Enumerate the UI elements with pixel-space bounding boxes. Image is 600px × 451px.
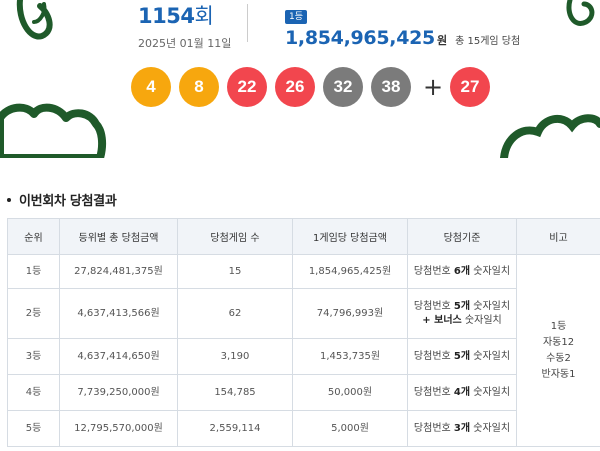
- per-game-prize-cell: 74,796,993원: [292, 288, 408, 339]
- remarks-cell: 1등 자동12 수동2 반자동1: [516, 254, 600, 447]
- table-row: 4등 7,739,250,000원 154,785 50,000원 당첨번호 4…: [7, 374, 600, 411]
- column-header: 등위별 총 당첨금액: [59, 218, 178, 255]
- winning-number-ball: 22: [227, 67, 267, 107]
- rank-cell: 3등: [7, 338, 60, 375]
- winning-number-ball: 4: [131, 67, 171, 107]
- first-prize-unit: 원: [436, 34, 448, 47]
- column-header: 당첨기준: [407, 218, 517, 255]
- winning-games-cell: 2,559,114: [177, 410, 293, 447]
- criteria-count: 6개: [453, 265, 471, 277]
- column-header: 당첨게임 수: [177, 218, 293, 255]
- first-prize-info: 1등 1,854,965,425 원 총 15게임 당첨: [285, 4, 520, 49]
- bonus-number-ball: 27: [450, 67, 490, 107]
- winning-number-ball: 38: [371, 67, 411, 107]
- criteria-text: 당첨번호: [413, 386, 454, 398]
- section-title-text: 이번회차 당첨결과: [19, 194, 117, 209]
- plus-icon: +: [423, 73, 444, 101]
- round-number-suffix: 회: [194, 4, 214, 28]
- table-row: 2등 4,637,413,566원 62 74,796,993원 당첨번호 5개…: [7, 288, 600, 339]
- decorative-leaf-left-icon: [0, 0, 107, 158]
- remark-line: 1등: [550, 320, 567, 332]
- criteria-text: 당첨번호: [413, 422, 454, 434]
- total-prize-cell: 7,739,250,000원: [59, 374, 178, 411]
- bullet-icon: [7, 197, 11, 202]
- criteria-cell: 당첨번호 3개 숫자일치: [407, 410, 517, 447]
- round-number-value: 1154: [138, 4, 195, 28]
- criteria-bonus: + 보너스: [422, 314, 462, 326]
- draw-date: 2025년 01월 11일: [138, 37, 232, 50]
- criteria-text: 숫자일치: [470, 350, 511, 362]
- per-game-prize-cell: 5,000원: [292, 410, 408, 447]
- criteria-text: 숫자일치: [470, 300, 511, 312]
- criteria-cell: 당첨번호 4개 숫자일치: [407, 374, 517, 411]
- prize-result-table: 순위 등위별 총 당첨금액 당첨게임 수 1게임당 당첨금액 당첨기준 비고 1…: [7, 218, 600, 447]
- rank-cell: 5등: [7, 410, 60, 447]
- rank-badge: 1등: [285, 10, 308, 24]
- criteria-count: 4개: [453, 386, 471, 398]
- column-header: 순위: [7, 218, 60, 255]
- table-row: 3등 4,637,414,650원 3,190 1,453,735원 당첨번호 …: [7, 338, 600, 375]
- draw-result-banner: 1154회 2025년 01월 11일 1등 1,854,965,425 원 총 1…: [0, 0, 600, 158]
- header-divider: [247, 4, 248, 42]
- table-header-row: 순위 등위별 총 당첨금액 당첨게임 수 1게임당 당첨금액 당첨기준 비고: [7, 218, 600, 255]
- winning-games-cell: 3,190: [177, 338, 293, 375]
- winning-games-cell: 15: [177, 254, 293, 289]
- section-title: 이번회차 당첨결과: [7, 190, 117, 209]
- criteria-text: 당첨번호: [413, 265, 454, 277]
- winning-number-ball: 8: [179, 67, 219, 107]
- criteria-cell: 당첨번호 6개 숫자일치: [407, 254, 517, 289]
- round-number: 1154회: [138, 4, 231, 28]
- rank-cell: 2등: [7, 288, 60, 339]
- criteria-count: 5개: [453, 350, 471, 362]
- criteria-count: 3개: [453, 422, 471, 434]
- per-game-prize-cell: 50,000원: [292, 374, 408, 411]
- criteria-text: 숫자일치: [470, 265, 511, 277]
- criteria-text: 숫자일치: [461, 314, 502, 326]
- winning-number-ball: 26: [275, 67, 315, 107]
- table-row: 5등 12,795,570,000원 2,559,114 5,000원 당첨번호…: [7, 410, 600, 447]
- criteria-cell: 당첨번호 5개 숫자일치 + 보너스 숫자일치: [407, 288, 517, 339]
- criteria-text: 숫자일치: [470, 386, 511, 398]
- column-header: 1게임당 당첨금액: [292, 218, 408, 255]
- per-game-prize-cell: 1,854,965,425원: [292, 254, 408, 289]
- criteria-text: 당첨번호: [413, 300, 454, 312]
- criteria-text: 숫자일치: [470, 422, 511, 434]
- table-row: 1등 27,824,481,375원 15 1,854,965,425원 당첨번…: [7, 254, 600, 447]
- total-prize-cell: 4,637,413,566원: [59, 288, 178, 339]
- total-prize-cell: 4,637,414,650원: [59, 338, 178, 375]
- total-prize-cell: 27,824,481,375원: [59, 254, 178, 289]
- winning-games-cell: 154,785: [177, 374, 293, 411]
- criteria-count: 5개: [453, 300, 471, 312]
- remark-line: 반자동1: [541, 368, 576, 380]
- round-info: 1154회 2025년 01월 11일: [138, 4, 231, 51]
- rank-cell: 1등: [7, 254, 60, 289]
- total-prize-cell: 12,795,570,000원: [59, 410, 178, 447]
- remark-line: 수동2: [546, 352, 571, 364]
- remark-line: 자동12: [542, 336, 575, 348]
- column-header: 비고: [516, 218, 600, 255]
- rank-cell: 4등: [7, 374, 60, 411]
- criteria-cell: 당첨번호 5개 숫자일치: [407, 338, 517, 375]
- first-prize-amount: 1,854,965,425: [285, 27, 435, 49]
- per-game-prize-cell: 1,453,735원: [292, 338, 408, 375]
- winning-numbers: 4 8 22 26 32 38 + 27: [131, 67, 498, 107]
- winning-games-cell: 62: [177, 288, 293, 339]
- winning-number-ball: 32: [323, 67, 363, 107]
- first-prize-games: 총 15게임 당첨: [455, 36, 521, 47]
- criteria-text: 당첨번호: [413, 350, 454, 362]
